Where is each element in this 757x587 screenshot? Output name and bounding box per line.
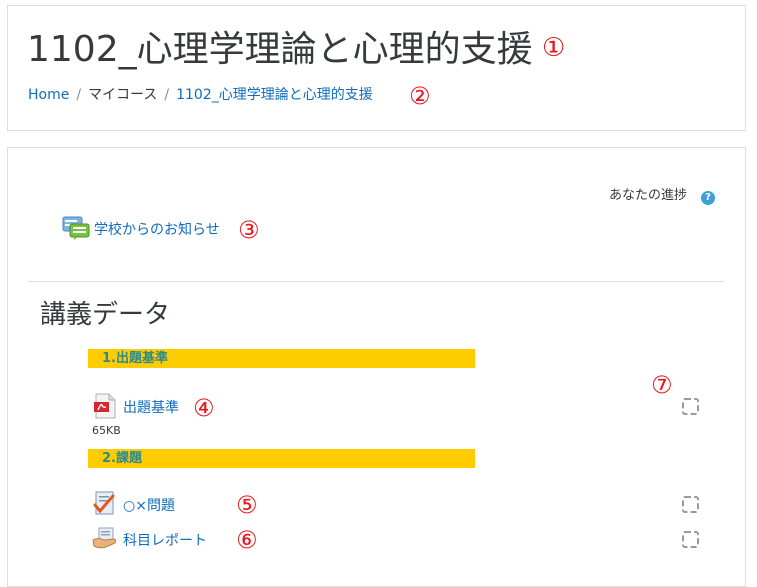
annotation-marker-2: ② bbox=[409, 82, 431, 110]
help-icon[interactable]: ? bbox=[701, 191, 715, 205]
breadcrumb-separator: / bbox=[164, 87, 170, 103]
section-title: 講義データ bbox=[40, 300, 171, 330]
completion-checkbox[interactable] bbox=[682, 531, 699, 548]
quiz-icon bbox=[93, 490, 117, 520]
completion-checkbox[interactable] bbox=[682, 398, 699, 415]
breadcrumb-separator: / bbox=[76, 87, 82, 103]
annotation-marker-5: ⑤ bbox=[236, 491, 258, 519]
breadcrumb-course-link[interactable]: 1102_心理学理論と心理的支援 bbox=[176, 87, 373, 103]
assignment-icon bbox=[92, 526, 118, 554]
pdf-icon bbox=[93, 393, 117, 423]
annotation-marker-3: ③ bbox=[238, 216, 260, 244]
activity-link-quiz[interactable]: ○×問題 bbox=[123, 496, 175, 516]
progress-label: あなたの進捗 bbox=[609, 188, 688, 203]
announcements-link[interactable]: 学校からのお知らせ bbox=[94, 220, 220, 240]
activity-link-exam-criteria[interactable]: 出題基準 bbox=[123, 398, 179, 418]
breadcrumb-my-courses[interactable]: マイコース bbox=[88, 87, 157, 103]
section-divider bbox=[28, 281, 724, 282]
annotation-marker-7: ⑦ bbox=[651, 371, 673, 399]
section-label-1: 1.出題基準 bbox=[88, 349, 475, 368]
breadcrumb: Home / マイコース / 1102_心理学理論と心理的支援 bbox=[28, 85, 373, 105]
annotation-marker-4: ④ bbox=[193, 394, 215, 422]
forum-icon bbox=[62, 216, 90, 244]
completion-checkbox[interactable] bbox=[682, 496, 699, 513]
section-label-2: 2.課題 bbox=[88, 449, 475, 468]
page-title: 1102_心理学理論と心理的支援 bbox=[27, 29, 533, 70]
annotation-marker-1: ① bbox=[542, 33, 566, 63]
activity-link-report[interactable]: 科目レポート bbox=[123, 531, 207, 551]
file-size: 65KB bbox=[92, 424, 121, 437]
annotation-marker-6: ⑥ bbox=[236, 526, 258, 554]
breadcrumb-home-link[interactable]: Home bbox=[28, 87, 69, 103]
